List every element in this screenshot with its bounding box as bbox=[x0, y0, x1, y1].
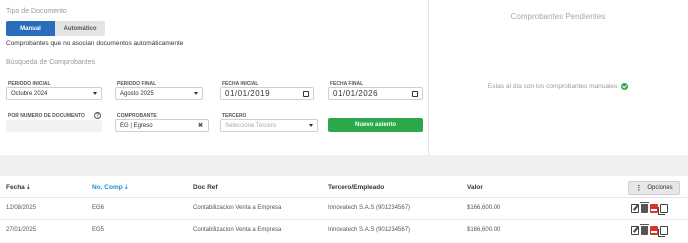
pdf-icon[interactable] bbox=[650, 204, 658, 213]
col-no-comp-header[interactable]: No. Comp⇣ bbox=[92, 184, 129, 191]
tipo-documento-description: Comprobantes que no asocian documentos a… bbox=[6, 40, 184, 47]
col-valor-header: Valor bbox=[467, 184, 483, 191]
col-no-comp-label: No. Comp bbox=[92, 184, 123, 191]
pendientes-message-text: Estas al día con los comprobantes manual… bbox=[487, 83, 618, 91]
busqueda-title: Búsqueda de Comprobantes bbox=[6, 59, 96, 66]
cell-fecha: 27/01/2025 bbox=[6, 227, 37, 233]
fecha-inicial-input[interactable]: 01/01/2019 bbox=[220, 87, 314, 100]
more-vertical-icon: ⋮ bbox=[635, 185, 643, 192]
tipo-documento-title: Tipo de Documento bbox=[6, 8, 67, 15]
panel-divider bbox=[428, 0, 429, 155]
nuevo-asiento-button[interactable]: Nuevo asiento bbox=[328, 118, 423, 132]
tercero-placeholder: Seleccione Tercero bbox=[225, 122, 276, 129]
col-doc-ref-header: Doc Ref bbox=[193, 184, 218, 191]
fecha-inicial-value: 01/01/2019 bbox=[225, 89, 271, 98]
opciones-label: Opciones bbox=[647, 185, 673, 191]
sort-icon: ⇣ bbox=[123, 185, 129, 191]
calendar-icon[interactable] bbox=[412, 91, 418, 97]
header-divider bbox=[0, 197, 688, 198]
caret-down-icon bbox=[93, 92, 97, 95]
copy-icon[interactable] bbox=[658, 226, 668, 237]
help-icon[interactable]: ? bbox=[94, 112, 101, 119]
col-tercero-header: Tercero/Empleado bbox=[328, 184, 385, 191]
fecha-final-input[interactable]: 01/01/2026 bbox=[328, 87, 423, 100]
sort-icon: ⇣ bbox=[25, 185, 31, 191]
trash-icon[interactable] bbox=[640, 202, 649, 213]
cell-doc-ref: Contabilizacion Venta a Empresa bbox=[193, 205, 282, 211]
por-numero-label: POR NUMERO DE DOCUMENTO bbox=[8, 113, 85, 119]
row-divider bbox=[0, 219, 688, 220]
col-fecha-label: Fecha bbox=[6, 184, 25, 191]
opciones-button[interactable]: ⋮ Opciones bbox=[628, 181, 680, 195]
periodo-final-value: Agosto 2025 bbox=[120, 90, 154, 97]
calendar-icon[interactable] bbox=[303, 91, 309, 97]
periodo-inicial-select[interactable]: Octubre 2024 bbox=[6, 87, 102, 100]
pendientes-message: Estas al día con los comprobantes manual… bbox=[428, 83, 688, 90]
por-numero-input[interactable] bbox=[6, 120, 102, 132]
cell-no-comp: EG5 bbox=[92, 227, 105, 233]
cell-valor: $166,600.00 bbox=[467, 205, 501, 211]
cell-valor: $166,600.00 bbox=[467, 227, 501, 233]
tipo-documento-toggle: Manual Automático bbox=[6, 21, 105, 36]
trash-icon[interactable] bbox=[640, 224, 649, 235]
tercero-select[interactable]: Seleccione Tercero bbox=[220, 119, 318, 132]
row-actions bbox=[631, 202, 668, 215]
comprobantes-pendientes-title: Comprobantes Pendientes bbox=[510, 12, 606, 21]
cell-doc-ref: Contabilizacion Venta a Empresa bbox=[193, 227, 282, 233]
comprobante-select[interactable]: EG | Egreso ✖ bbox=[115, 119, 209, 132]
check-circle-icon bbox=[621, 83, 629, 90]
cell-fecha: 12/08/2025 bbox=[6, 205, 37, 211]
periodo-final-select[interactable]: Agosto 2025 bbox=[115, 87, 203, 100]
row-actions bbox=[631, 224, 668, 237]
clear-icon[interactable]: ✖ bbox=[198, 122, 203, 129]
edit-icon[interactable] bbox=[631, 226, 639, 235]
automatico-button[interactable]: Automático bbox=[55, 21, 105, 36]
pdf-icon[interactable] bbox=[650, 226, 658, 235]
fecha-final-value: 01/01/2026 bbox=[333, 89, 379, 98]
edit-icon[interactable] bbox=[631, 204, 639, 213]
copy-icon[interactable] bbox=[658, 204, 668, 215]
cell-tercero: Innovatech S.A.S (901234567) bbox=[328, 227, 411, 233]
comprobante-value: EG | Egreso bbox=[120, 122, 153, 129]
col-fecha-header[interactable]: Fecha⇣ bbox=[6, 184, 31, 191]
periodo-inicial-value: Octubre 2024 bbox=[11, 90, 48, 97]
caret-down-icon bbox=[194, 92, 198, 95]
cell-tercero: Innovatech S.A.S (901234567) bbox=[328, 205, 411, 211]
caret-down-icon bbox=[309, 124, 313, 127]
cell-no-comp: EG6 bbox=[92, 205, 105, 211]
manual-button[interactable]: Manual bbox=[6, 21, 55, 36]
